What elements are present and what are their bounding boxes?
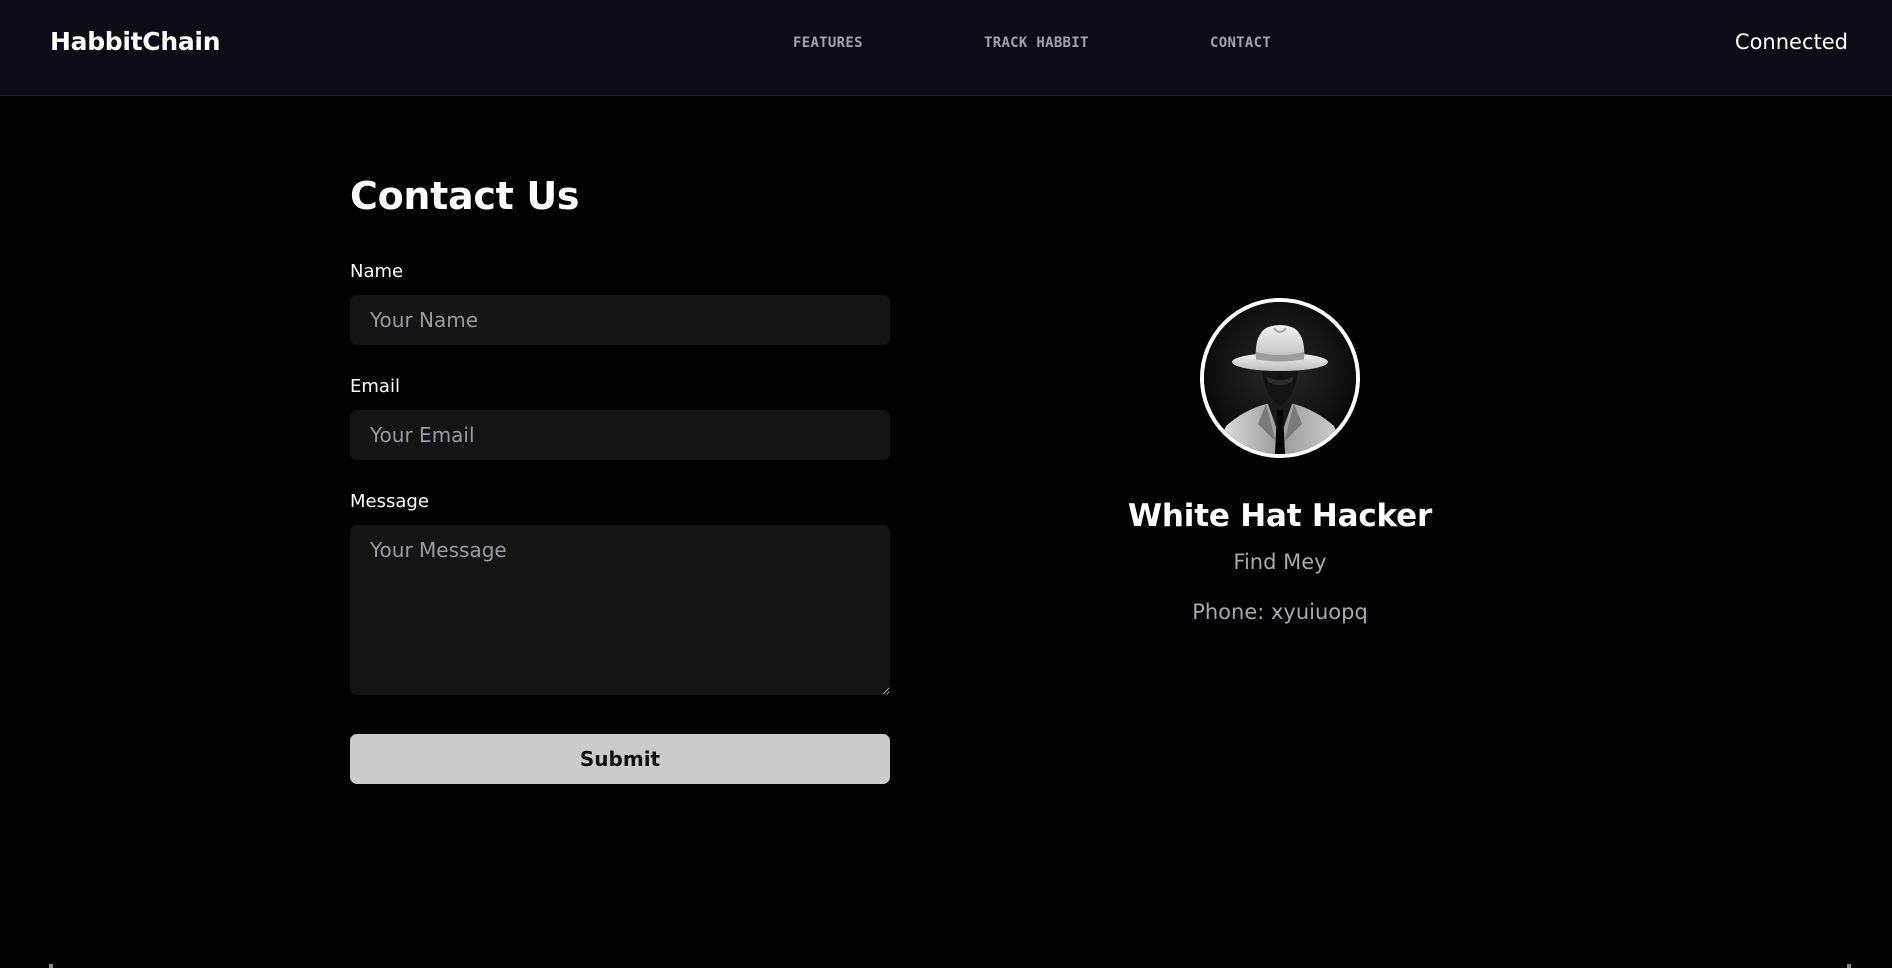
brand-logo[interactable]: HabbitChain — [50, 26, 220, 58]
profile-phone: Phone: xyuiuopq — [1192, 600, 1368, 624]
nav-link-contact[interactable]: CONTACT — [1210, 34, 1271, 52]
corner-marker-left — [49, 964, 53, 968]
name-label: Name — [350, 261, 404, 282]
profile-card: White Hat Hacker Find Mey Phone: xyuiuop… — [1080, 298, 1480, 626]
message-label: Message — [350, 491, 429, 512]
hat-figure-avatar-icon — [1204, 302, 1356, 454]
profile-tagline: Find Mey — [1233, 550, 1327, 574]
nav-link-features[interactable]: FEATURES — [793, 34, 863, 52]
email-label: Email — [350, 376, 400, 397]
email-input[interactable] — [350, 410, 890, 460]
profile-name: White Hat Hacker — [1127, 498, 1433, 534]
name-input[interactable] — [350, 295, 890, 345]
page-title: Contact Us — [350, 174, 580, 218]
top-navbar: HabbitChain FEATURES TRACK HABBIT CONTAC… — [0, 0, 1892, 96]
avatar — [1200, 298, 1360, 458]
nav-link-track-habbit[interactable]: TRACK HABBIT — [984, 34, 1089, 52]
contact-form: Contact Us Name Email Message Submit — [350, 160, 890, 784]
wallet-status-button[interactable]: Connected — [1735, 28, 1848, 56]
message-textarea[interactable] — [350, 525, 890, 695]
corner-marker-right — [1847, 964, 1851, 968]
submit-button[interactable]: Submit — [350, 734, 890, 784]
